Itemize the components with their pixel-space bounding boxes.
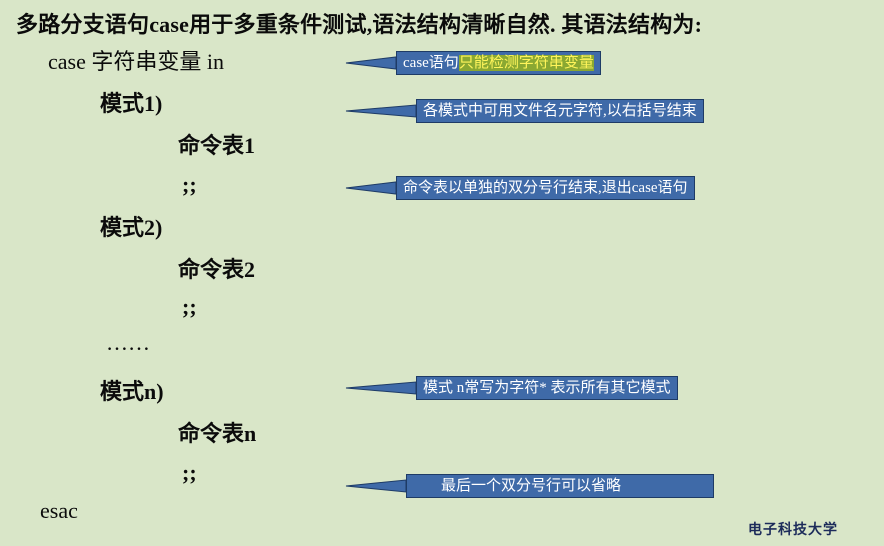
- callout-box: case语句只能检测字符串变量: [396, 51, 601, 75]
- callout-text: case语句: [403, 55, 459, 71]
- callout-highlight-text: 只能检测字符串变量: [458, 55, 594, 71]
- code-line-command-list-1: 命令表1: [178, 133, 256, 158]
- code-line-pattern-1: 模式1): [100, 91, 163, 116]
- slide: 多路分支语句case用于多重条件测试,语法结构清晰自然. 其语法结构为: cas…: [0, 0, 884, 546]
- callout-command-list-rule: 命令表以单独的双分号行结束,退出case语句: [345, 176, 786, 200]
- callout-box: 各模式中可用文件名元字符,以右括号结束: [416, 99, 704, 123]
- callout-box: 模式 n常写为字符* 表示所有其它模式: [416, 376, 678, 400]
- left-arrow-icon: [345, 104, 417, 118]
- slide-title: 多路分支语句case用于多重条件测试,语法结构清晰自然. 其语法结构为:: [16, 12, 703, 37]
- code-line-command-list-2: 命令表2: [178, 257, 256, 282]
- code-line-ellipsis: ……: [106, 330, 150, 355]
- code-line-pattern-2: 模式2): [100, 215, 163, 240]
- code-line-separator-n: ;;: [182, 460, 197, 485]
- code-line-command-list-n: 命令表n: [178, 421, 257, 446]
- code-line-esac: esac: [40, 498, 78, 523]
- code-line-pattern-n: 模式n): [100, 379, 164, 404]
- callout-case-statement: case语句只能检测字符串变量: [345, 51, 666, 75]
- callout-box: 最后一个双分号行可以省略: [406, 474, 714, 498]
- code-line-separator-2: ;;: [182, 294, 197, 319]
- footer-university-name: 电子科技大学: [748, 523, 838, 538]
- code-line-case: case 字符串变量 in: [48, 49, 224, 74]
- callout-pattern-n-rule: 模式 n常写为字符* 表示所有其它模式: [345, 376, 786, 400]
- callout-pattern-rule: 各模式中可用文件名元字符,以右括号结束: [345, 99, 796, 123]
- left-arrow-icon: [345, 381, 417, 395]
- callout-final-separator-rule: 最后一个双分号行可以省略: [345, 474, 716, 498]
- code-line-separator-1: ;;: [182, 172, 197, 197]
- callout-box: 命令表以单独的双分号行结束,退出case语句: [396, 176, 695, 200]
